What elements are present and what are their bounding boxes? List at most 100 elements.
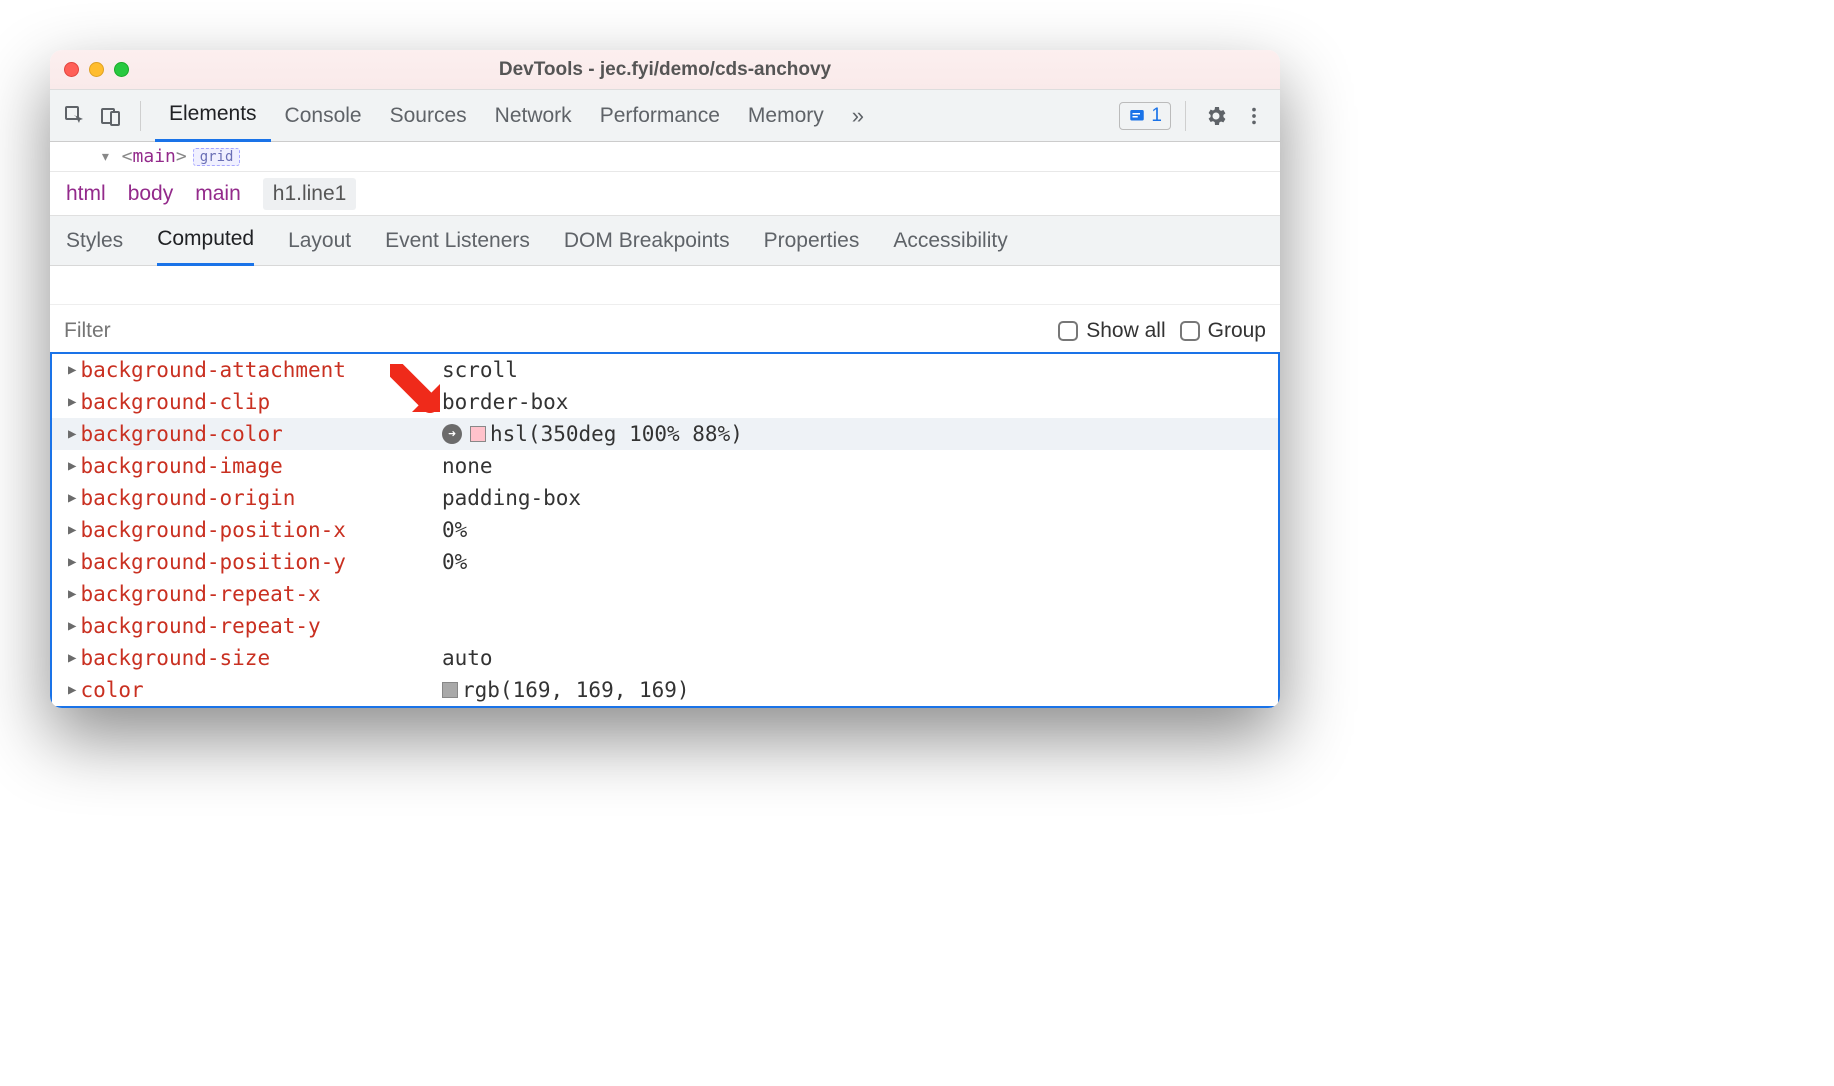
- expand-icon[interactable]: ▶: [68, 490, 76, 506]
- tab-elements[interactable]: Elements: [155, 90, 271, 142]
- property-value[interactable]: border-box: [442, 390, 568, 414]
- inspect-icon[interactable]: [60, 101, 90, 131]
- property-name: background-repeat-y: [80, 614, 320, 638]
- property-row[interactable]: ▶background-size auto: [52, 642, 1278, 674]
- property-name: background-attachment: [80, 358, 346, 382]
- devtools-window: DevTools - jec.fyi/demo/cds-anchovy Elem…: [50, 50, 1280, 708]
- expand-icon[interactable]: ▶: [68, 650, 76, 666]
- tree-tag-suffix: >: [176, 146, 187, 167]
- separator: [1185, 101, 1186, 131]
- property-row[interactable]: ▶background-position-y 0%: [52, 546, 1278, 578]
- group-checkbox[interactable]: Group: [1180, 319, 1266, 343]
- property-value-text: 0%: [442, 518, 467, 542]
- property-name: background-position-y: [80, 550, 346, 574]
- property-value[interactable]: padding-box: [442, 486, 581, 510]
- property-value-text: auto: [442, 646, 493, 670]
- checkbox-icon: [1180, 321, 1200, 341]
- subtab-layout[interactable]: Layout: [288, 216, 351, 266]
- property-name: background-clip: [80, 390, 270, 414]
- subtab-styles[interactable]: Styles: [66, 216, 123, 266]
- checkbox-icon: [1058, 321, 1078, 341]
- expand-icon[interactable]: ▶: [68, 554, 76, 570]
- property-name: background-position-x: [80, 518, 346, 542]
- more-tabs-icon[interactable]: »: [844, 103, 872, 129]
- property-value-text: rgb(169, 169, 169): [462, 678, 690, 702]
- gear-icon[interactable]: [1200, 100, 1232, 132]
- property-value[interactable]: scroll: [442, 358, 518, 382]
- tab-memory[interactable]: Memory: [734, 90, 838, 142]
- property-row[interactable]: ▶background-origin padding-box: [52, 482, 1278, 514]
- property-row[interactable]: ▶background-clip border-box: [52, 386, 1278, 418]
- property-name: background-repeat-x: [80, 582, 320, 606]
- property-row[interactable]: ▶background-repeat-x: [52, 578, 1278, 610]
- subtab-computed[interactable]: Computed: [157, 216, 254, 266]
- titlebar: DevTools - jec.fyi/demo/cds-anchovy: [50, 50, 1280, 90]
- filter-row: Show all Group: [50, 304, 1280, 354]
- group-label: Group: [1208, 319, 1266, 343]
- property-row[interactable]: ▶background-repeat-y: [52, 610, 1278, 642]
- tree-tag-prefix: ▾ <: [100, 146, 133, 167]
- property-row[interactable]: ▶background-color ➜ hsl(350deg 100% 88%): [52, 418, 1278, 450]
- styles-subtabs: Styles Computed Layout Event Listeners DOM B…: [50, 216, 1280, 266]
- property-value[interactable]: 0%: [442, 518, 467, 542]
- property-name: color: [80, 678, 143, 702]
- property-value[interactable]: none: [442, 454, 493, 478]
- kebab-icon[interactable]: [1238, 100, 1270, 132]
- property-name: background-color: [80, 422, 282, 446]
- property-row[interactable]: ▶background-attachment scroll: [52, 354, 1278, 386]
- property-name: background-origin: [80, 486, 295, 510]
- property-value[interactable]: auto: [442, 646, 493, 670]
- property-name: background-size: [80, 646, 270, 670]
- issues-count: 1: [1151, 105, 1162, 127]
- subtab-properties[interactable]: Properties: [764, 216, 860, 266]
- goto-source-icon[interactable]: ➜: [442, 424, 462, 444]
- main-toolbar: ElementsConsoleSourcesNetworkPerformance…: [50, 90, 1280, 142]
- breadcrumb-item[interactable]: html: [66, 182, 106, 206]
- window-title: DevTools - jec.fyi/demo/cds-anchovy: [50, 59, 1280, 81]
- property-row[interactable]: ▶background-position-x 0%: [52, 514, 1278, 546]
- filter-input[interactable]: [64, 319, 1044, 343]
- expand-icon[interactable]: ▶: [68, 362, 76, 378]
- expand-icon[interactable]: ▶: [68, 586, 76, 602]
- tab-console[interactable]: Console: [271, 90, 376, 142]
- property-value-text: padding-box: [442, 486, 581, 510]
- grid-badge[interactable]: grid: [193, 148, 241, 166]
- issues-badge[interactable]: 1: [1119, 102, 1171, 130]
- elements-tree-row[interactable]: ▾ <main> grid: [50, 142, 1280, 172]
- property-value-text: border-box: [442, 390, 568, 414]
- tab-performance[interactable]: Performance: [586, 90, 734, 142]
- property-row[interactable]: ▶color rgb(169, 169, 169): [52, 674, 1278, 706]
- expand-icon[interactable]: ▶: [68, 458, 76, 474]
- expand-icon[interactable]: ▶: [68, 426, 76, 442]
- device-toggle-icon[interactable]: [96, 101, 126, 131]
- show-all-label: Show all: [1086, 319, 1165, 343]
- expand-icon[interactable]: ▶: [68, 682, 76, 698]
- expand-icon[interactable]: ▶: [68, 618, 76, 634]
- breadcrumb: html body main h1.line1: [50, 172, 1280, 216]
- separator: [140, 101, 141, 131]
- breadcrumb-item[interactable]: main: [195, 182, 241, 206]
- property-value[interactable]: rgb(169, 169, 169): [442, 678, 690, 702]
- computed-properties: ▶background-attachmentscroll▶background-…: [50, 354, 1280, 708]
- tab-network[interactable]: Network: [481, 90, 586, 142]
- main-tabs: ElementsConsoleSourcesNetworkPerformance…: [155, 90, 838, 142]
- expand-icon[interactable]: ▶: [68, 394, 76, 410]
- property-row[interactable]: ▶background-image none: [52, 450, 1278, 482]
- property-name: background-image: [80, 454, 282, 478]
- tree-tag-name: main: [133, 146, 176, 167]
- property-value[interactable]: ➜ hsl(350deg 100% 88%): [442, 422, 743, 446]
- property-value-text: scroll: [442, 358, 518, 382]
- expand-icon[interactable]: ▶: [68, 522, 76, 538]
- property-value-text: 0%: [442, 550, 467, 574]
- subtab-event-listeners[interactable]: Event Listeners: [385, 216, 530, 266]
- breadcrumb-item[interactable]: body: [128, 182, 174, 206]
- color-swatch-icon[interactable]: [442, 682, 458, 698]
- subtab-dom-breakpoints[interactable]: DOM Breakpoints: [564, 216, 730, 266]
- show-all-checkbox[interactable]: Show all: [1058, 319, 1165, 343]
- subtab-accessibility[interactable]: Accessibility: [893, 216, 1007, 266]
- property-value[interactable]: 0%: [442, 550, 467, 574]
- tab-sources[interactable]: Sources: [376, 90, 481, 142]
- color-swatch-icon[interactable]: [470, 426, 486, 442]
- breadcrumb-item[interactable]: h1.line1: [263, 178, 357, 210]
- property-value-text: hsl(350deg 100% 88%): [490, 422, 743, 446]
